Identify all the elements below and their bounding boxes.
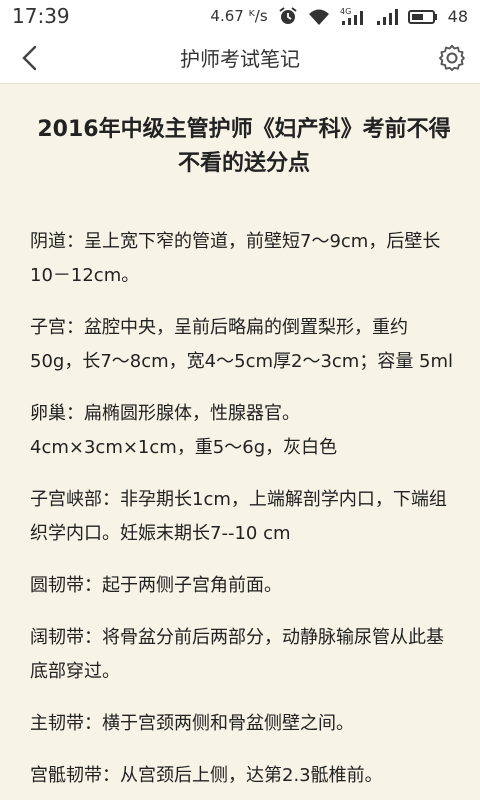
gear-icon [439, 44, 465, 72]
paragraph-isthmus: 子宫峡部：非孕期长1cm，上端解剖学内口，下端组织学内口。妊娠末期长7--10 … [30, 489, 447, 544]
status-bar: 17:39 4.67 ᴷ/s 4G 48 [0, 0, 480, 32]
chevron-left-icon [22, 45, 37, 71]
paragraph-ovary: 卵巢：扁椭圆形腺体，性腺器官。4cm×3cm×1cm，重5～6g，灰白色 [30, 403, 338, 458]
network-speed: 4.67 ᴷ/s [210, 7, 268, 25]
paragraph-uterus: 子宫：盆腔中央，呈前后略扁的倒置梨形，重约50g，长7～8cm，宽4～5cm厚2… [30, 317, 454, 372]
svg-text:4G: 4G [340, 7, 351, 16]
page-title: 护师考试笔记 [180, 47, 300, 71]
status-time: 17:39 [12, 4, 70, 28]
wifi-icon [308, 6, 330, 26]
article-content[interactable]: 2016年中级主管护师《妇产科》考前不得不看的送分点 阴道：呈上宽下窄的管道，前… [0, 85, 480, 800]
app-header: 护师考试笔记 [0, 32, 480, 84]
paragraph-round-ligament: 圆韧带：起于两侧子宫角前面。 [30, 575, 282, 596]
battery-icon [407, 7, 438, 26]
article-title: 2016年中级主管护师《妇产科》考前不得不看的送分点 [37, 117, 451, 176]
paragraph-uterosacral-ligament: 宫骶韧带：从宫颈后上侧，达第2.3骶椎前。 [30, 765, 383, 786]
paragraph-broad-ligament: 阔韧带：将骨盆分前后两部分，动静脉输尿管从此基底部穿过。 [30, 627, 444, 682]
status-icons: 4.67 ᴷ/s 4G 48 [210, 6, 468, 27]
paragraph-cardinal-ligament: 主韧带：横于宫颈两侧和骨盆侧壁之间。 [30, 713, 354, 734]
battery-level: 48 [447, 6, 468, 26]
settings-button[interactable] [436, 42, 468, 74]
paragraph-vagina: 阴道：呈上宽下窄的管道，前壁短7～9cm，后壁长10－12cm。 [30, 231, 441, 286]
signal-4g-icon: 4G [340, 6, 366, 27]
alarm-icon [278, 6, 298, 27]
back-button[interactable] [14, 42, 46, 74]
signal-icon [376, 6, 398, 27]
